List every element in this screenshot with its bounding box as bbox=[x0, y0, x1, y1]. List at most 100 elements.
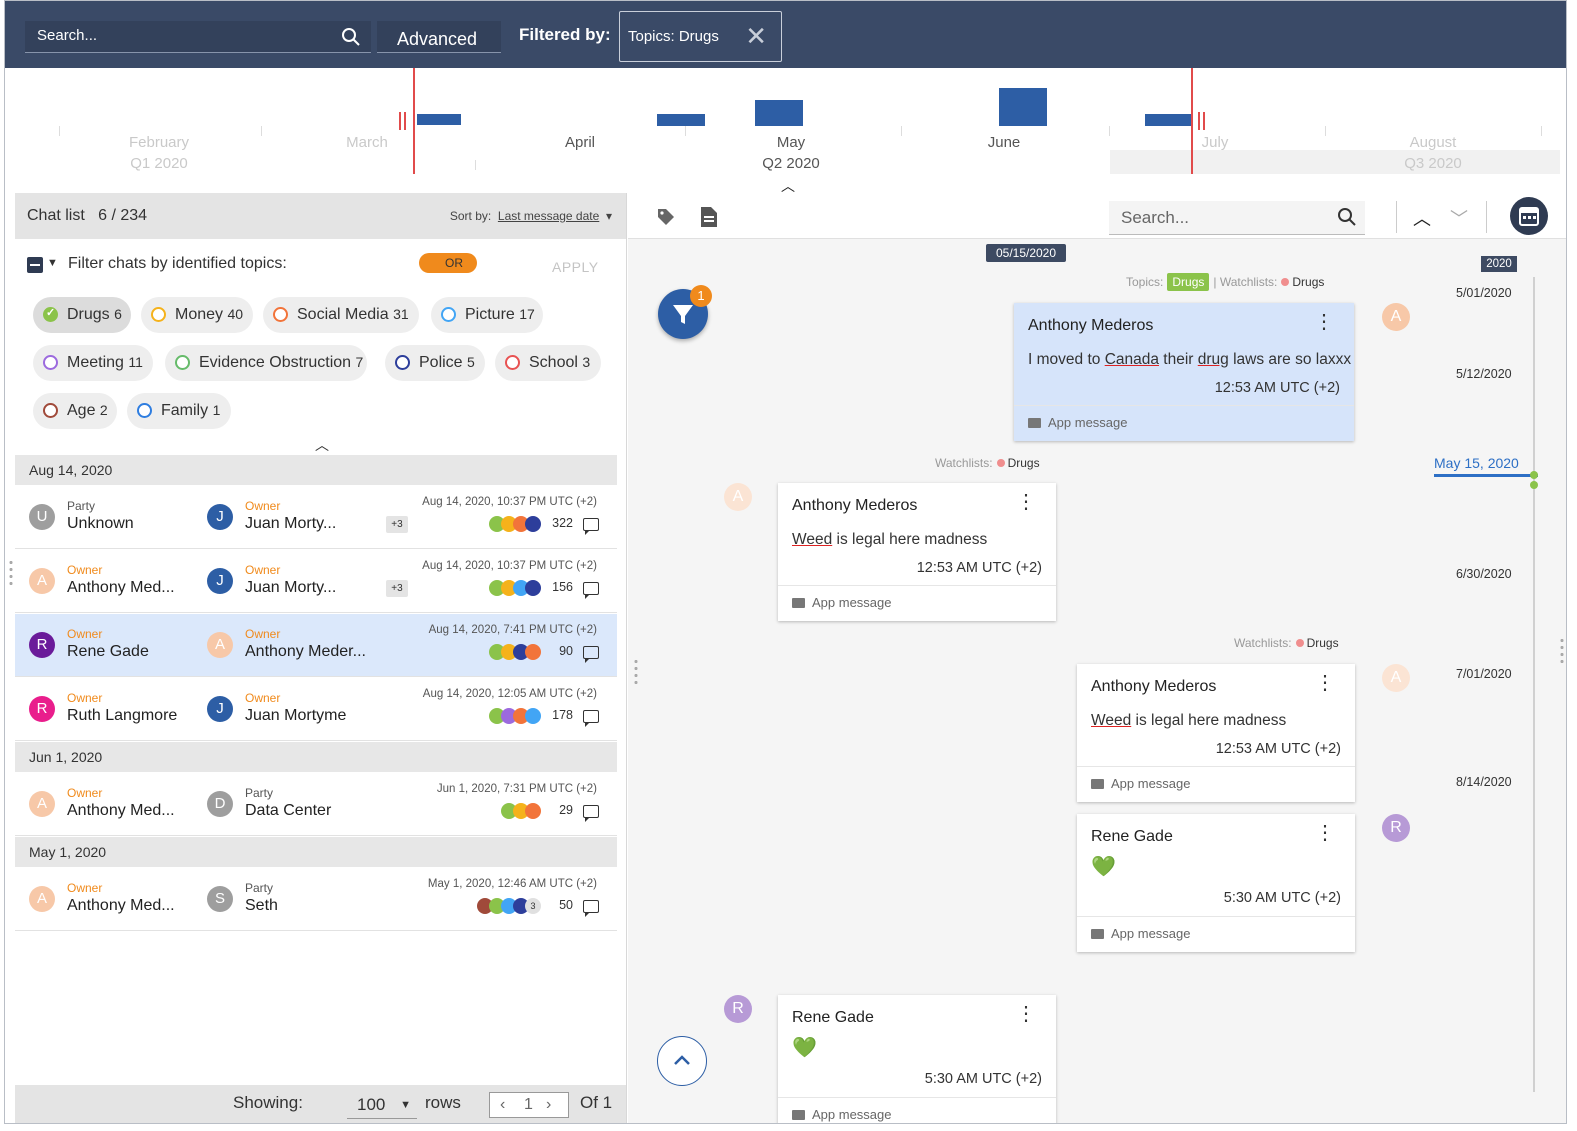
chat-row[interactable]: R Owner Ruth Langmore J Owner Juan Mortyme Aug… bbox=[15, 678, 617, 741]
topic-count: 3 bbox=[582, 354, 591, 370]
chevron-down-icon[interactable]: ▼ bbox=[47, 257, 58, 269]
topic-ring-icon bbox=[505, 355, 520, 370]
sort-value-link[interactable]: Last message date bbox=[498, 209, 599, 223]
chat-row[interactable]: A Owner Anthony Med... S Party Seth May 1, 202… bbox=[15, 868, 617, 931]
participant-role: Owner bbox=[67, 627, 103, 641]
participant-role: Owner bbox=[67, 786, 103, 800]
search-icon[interactable] bbox=[341, 27, 361, 52]
topic-chip-age[interactable]: Age 2 bbox=[33, 393, 117, 429]
topic-chip-social-media[interactable]: Social Media 31 bbox=[263, 297, 419, 333]
rail-date[interactable]: 7/01/2020 bbox=[1456, 667, 1512, 681]
message-bubble[interactable]: Rene Gade ⋮ 💚 5:30 AM UTC (+2) App messa… bbox=[778, 995, 1056, 1123]
topic-ring-icon bbox=[137, 403, 152, 418]
participant-role: Owner bbox=[67, 563, 103, 577]
more-vertical-icon[interactable]: ⋮ bbox=[1016, 1004, 1036, 1024]
timeline-label-march: March bbox=[346, 134, 388, 151]
chat-bubble-icon bbox=[583, 518, 599, 535]
app-message-icon bbox=[1091, 929, 1104, 939]
chat-row[interactable]: U Party Unknown J Owner Juan Morty... +3 Aug 14… bbox=[15, 486, 617, 549]
chevron-down-icon[interactable]: ﹀ bbox=[1450, 205, 1468, 231]
rail-date[interactable]: 8/14/2020 bbox=[1456, 775, 1512, 789]
global-search-input[interactable]: Search... bbox=[25, 21, 371, 53]
chat-bubble-icon bbox=[583, 710, 599, 727]
chevron-down-icon[interactable]: ▾ bbox=[606, 209, 612, 223]
topic-ring-icon bbox=[43, 355, 58, 370]
topic-chip-school[interactable]: School 3 bbox=[495, 345, 601, 381]
topic-chip-meeting[interactable]: Meeting 11 bbox=[33, 345, 153, 381]
conversation-search-input[interactable]: Search... bbox=[1109, 201, 1365, 235]
more-participants-badge[interactable]: +3 bbox=[386, 516, 408, 533]
rail-date[interactable]: 6/30/2020 bbox=[1456, 567, 1512, 581]
date-rail[interactable] bbox=[1533, 277, 1535, 1092]
topic-chip-police[interactable]: Police 5 bbox=[385, 345, 485, 381]
chat-list-header: Chat list 6 / 234 Sort by: Last message … bbox=[15, 193, 626, 239]
range-handle-left[interactable] bbox=[399, 112, 401, 130]
select-all-checkbox[interactable] bbox=[27, 257, 43, 273]
participant-name: Data Center bbox=[245, 802, 332, 819]
more-vertical-icon[interactable]: ⋮ bbox=[1314, 312, 1334, 332]
topic-chip-money[interactable]: Money 40 bbox=[141, 297, 253, 333]
page-stepper[interactable]: ‹ 1 › bbox=[489, 1092, 569, 1118]
topic-chip-family[interactable]: Family 1 bbox=[127, 393, 231, 429]
advanced-search-button[interactable]: Advanced bbox=[377, 21, 501, 53]
more-vertical-icon[interactable]: ⋮ bbox=[1315, 673, 1335, 693]
active-filter-chip[interactable]: Topics: Drugs ✕ bbox=[619, 11, 782, 62]
tag-icon[interactable] bbox=[656, 207, 676, 232]
message-sender: Anthony Mederos bbox=[1091, 678, 1217, 695]
page-number[interactable]: 1 bbox=[524, 1096, 533, 1114]
close-icon[interactable]: ✕ bbox=[745, 23, 767, 49]
scroll-top-button[interactable] bbox=[657, 1036, 707, 1086]
timeline-bar[interactable] bbox=[999, 88, 1047, 126]
sort-control[interactable]: Sort by: Last message date ▾ bbox=[450, 209, 612, 223]
message-bubble[interactable]: Anthony Mederos ⋮ Weed is legal here mad… bbox=[1077, 664, 1355, 802]
app-message-icon bbox=[792, 598, 805, 608]
topic-chip-drugs[interactable]: Drugs 6 bbox=[33, 297, 131, 333]
topic-tag[interactable]: Drugs bbox=[1167, 273, 1210, 291]
topic-dot bbox=[525, 644, 541, 660]
participant-name: Seth bbox=[245, 897, 278, 914]
or-toggle[interactable]: OR bbox=[419, 253, 477, 273]
chat-row[interactable]: A Owner Anthony Med... J Owner Juan Morty... +… bbox=[15, 550, 617, 613]
message-sender: Anthony Mederos bbox=[792, 497, 918, 514]
filtered-by-label: Filtered by: bbox=[519, 25, 611, 44]
avatar: A bbox=[29, 568, 55, 594]
chat-row[interactable]: A Owner Anthony Med... D Party Data Center Jun… bbox=[15, 773, 617, 836]
rail-date-active[interactable]: May 15, 2020 bbox=[1434, 455, 1519, 471]
range-marker-end bbox=[1191, 68, 1193, 174]
participant-role: Owner bbox=[67, 881, 103, 895]
timeline-bar[interactable] bbox=[755, 100, 803, 126]
rail-date[interactable]: 5/12/2020 bbox=[1456, 367, 1512, 381]
topic-chip-picture[interactable]: Picture 17 bbox=[431, 297, 543, 333]
message-bubble[interactable]: Anthony Mederos ⋮ Weed is legal here mad… bbox=[778, 483, 1056, 621]
topic-ring-icon bbox=[441, 307, 456, 322]
chevron-left-icon[interactable]: ‹ bbox=[500, 1096, 505, 1114]
more-vertical-icon[interactable]: ⋮ bbox=[1315, 823, 1335, 843]
resize-grip[interactable] bbox=[1560, 637, 1564, 665]
last-message-time: Jun 1, 2020, 7:31 PM UTC (+2) bbox=[436, 783, 597, 795]
range-handle-right[interactable] bbox=[1198, 112, 1200, 130]
range-marker-start bbox=[413, 68, 415, 174]
rows-per-page-select[interactable]: 100 ▼ bbox=[347, 1091, 417, 1119]
resize-grip[interactable] bbox=[634, 658, 638, 686]
resize-grip[interactable] bbox=[9, 559, 13, 587]
chevron-up-icon[interactable]: ︿ bbox=[1413, 205, 1431, 231]
message-bubble[interactable]: Rene Gade ⋮ 💚 5:30 AM UTC (+2) App messa… bbox=[1077, 814, 1355, 952]
rail-date[interactable]: 5/01/2020 bbox=[1456, 286, 1512, 300]
timeline-bar[interactable] bbox=[1145, 114, 1193, 126]
timeline-bar[interactable] bbox=[657, 114, 705, 126]
message-source: App message bbox=[778, 585, 1056, 621]
chevron-right-icon[interactable]: › bbox=[546, 1096, 551, 1114]
message-bubble[interactable]: Anthony Mederos ⋮ I moved to Canada thei… bbox=[1014, 303, 1354, 441]
topic-dot bbox=[525, 580, 541, 596]
topic-chip-evidence-obstruction[interactable]: Evidence Obstruction 7 bbox=[165, 345, 367, 381]
timeline-bar[interactable] bbox=[417, 114, 461, 125]
more-vertical-icon[interactable]: ⋮ bbox=[1016, 492, 1036, 512]
apply-button[interactable]: APPLY bbox=[552, 259, 599, 275]
calendar-button[interactable] bbox=[1510, 197, 1548, 235]
chevron-up-icon[interactable]: ︿ bbox=[315, 435, 329, 455]
chat-row[interactable]: R Owner Rene Gade A Owner Anthony Meder... Aug… bbox=[15, 614, 617, 677]
search-icon[interactable] bbox=[1337, 207, 1357, 232]
document-icon[interactable] bbox=[700, 206, 718, 233]
more-participants-badge[interactable]: +3 bbox=[386, 580, 408, 597]
timeline[interactable]: February Q1 2020 March April May Q2 2020 J… bbox=[5, 68, 1566, 194]
